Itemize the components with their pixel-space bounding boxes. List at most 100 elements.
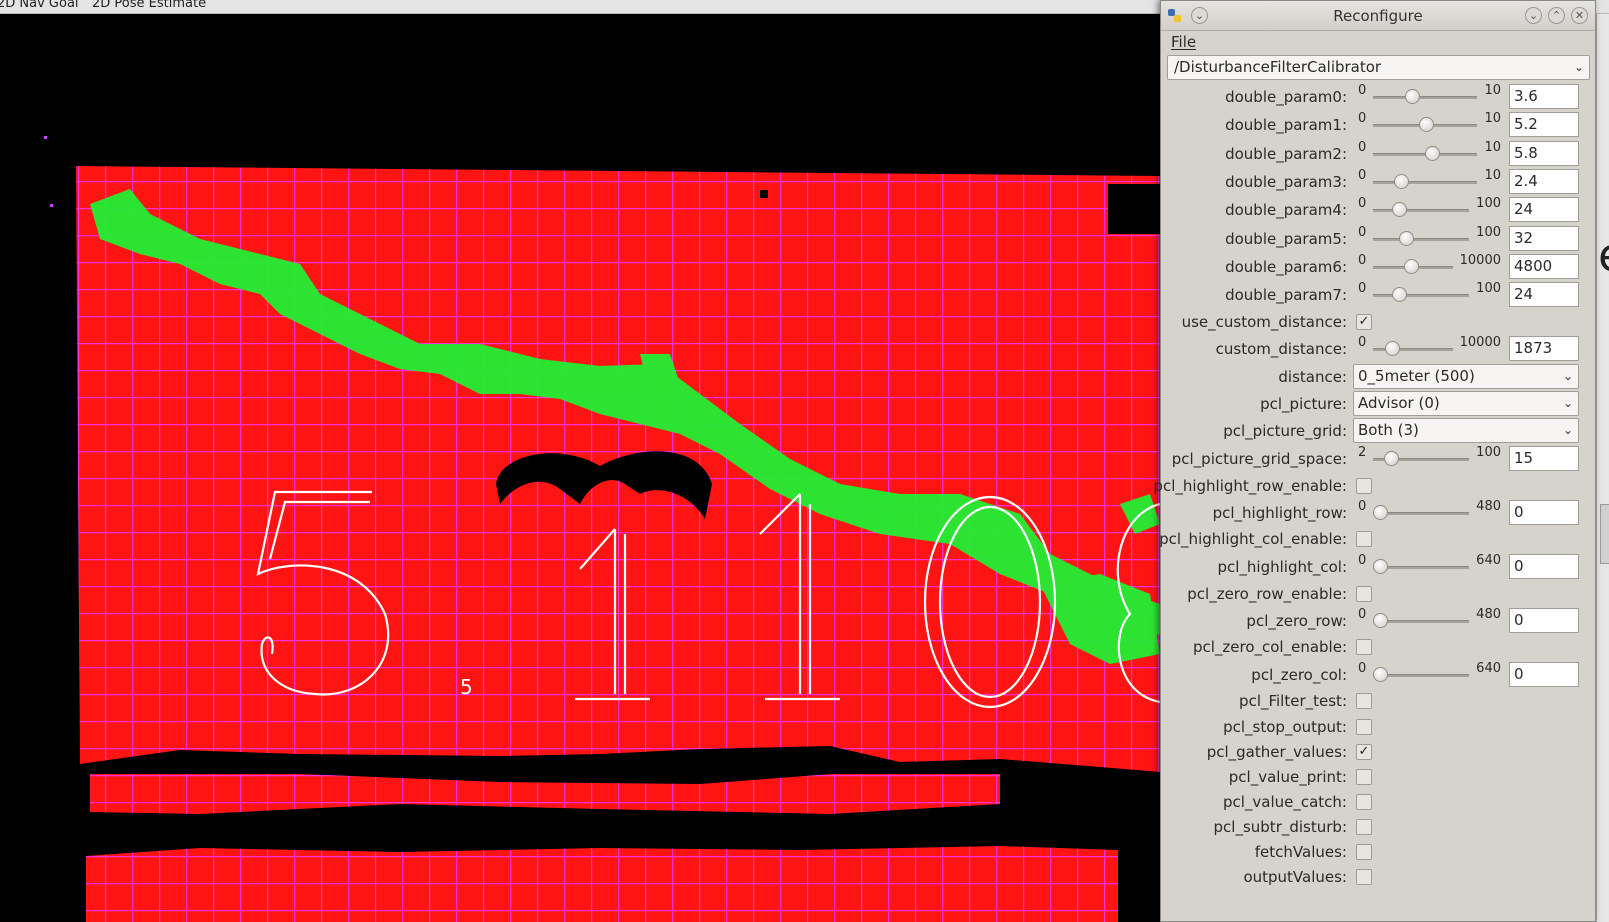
- param-label: double_param0:: [1225, 88, 1347, 106]
- slider-track[interactable]: [1373, 209, 1469, 212]
- nav-goal-tool[interactable]: 2D Nav Goal: [0, 0, 79, 10]
- close-icon[interactable]: ✕: [1571, 7, 1588, 24]
- param-checkbox[interactable]: [1356, 478, 1372, 494]
- slider-track[interactable]: [1373, 181, 1477, 184]
- param-value-input[interactable]: 5.8: [1509, 141, 1579, 166]
- node-select[interactable]: /DisturbanceFilterCalibrator ⌄: [1167, 55, 1590, 80]
- param-label: pcl_zero_row:: [1246, 612, 1347, 630]
- menu-file[interactable]: File: [1171, 33, 1196, 51]
- param-label: outputValues:: [1243, 868, 1347, 886]
- param-row: double_param1: 0 10 5.2: [1161, 111, 1597, 139]
- param-checkbox[interactable]: ✓: [1356, 744, 1372, 760]
- param-label: pcl_zero_col:: [1251, 666, 1347, 684]
- slider-handle[interactable]: [1392, 202, 1408, 217]
- slider-min: 0: [1358, 168, 1367, 183]
- param-row: double_param2: 0 10 5.8: [1161, 140, 1597, 168]
- param-checkbox[interactable]: [1356, 819, 1372, 835]
- param-value-input[interactable]: 0: [1509, 554, 1579, 579]
- slider-max: 640: [1476, 553, 1501, 568]
- chevron-down-icon: ⌄: [1562, 369, 1573, 383]
- param-select[interactable]: Both (3) ⌄: [1353, 418, 1579, 443]
- param-checkbox[interactable]: [1356, 869, 1372, 885]
- checkmark-icon: ✓: [1358, 744, 1370, 759]
- param-checkbox[interactable]: [1356, 586, 1372, 602]
- param-row: double_param3: 0 10 2.4: [1161, 168, 1597, 196]
- param-checkbox[interactable]: [1356, 639, 1372, 655]
- slider-min: 0: [1358, 225, 1367, 240]
- param-label: distance:: [1278, 368, 1347, 386]
- slider-handle[interactable]: [1405, 89, 1421, 104]
- param-value-input[interactable]: 1873: [1509, 336, 1579, 361]
- slider-handle[interactable]: [1419, 117, 1435, 132]
- param-checkbox[interactable]: [1356, 719, 1372, 735]
- param-label: double_param6:: [1225, 258, 1347, 276]
- param-value-input[interactable]: 0: [1509, 662, 1579, 687]
- slider-handle[interactable]: [1424, 146, 1440, 161]
- param-select-value: 0_5meter (500): [1358, 367, 1475, 385]
- maximize-icon[interactable]: ⌃: [1548, 7, 1565, 24]
- slider-max: 10: [1484, 111, 1501, 126]
- param-value-input[interactable]: 0: [1509, 500, 1579, 525]
- param-row: pcl_highlight_col_enable:: [1159, 525, 1597, 553]
- pose-estimate-tool[interactable]: 2D Pose Estimate: [92, 0, 206, 10]
- param-value-input[interactable]: 0: [1509, 608, 1579, 633]
- background-window-edge: [1596, 14, 1609, 922]
- param-value-input[interactable]: 15: [1509, 446, 1579, 471]
- slider-handle[interactable]: [1373, 667, 1388, 682]
- window-titlebar[interactable]: ⌄ Reconfigure ⌄ ⌃ ✕: [1161, 1, 1595, 31]
- slider-track[interactable]: [1373, 294, 1469, 297]
- edge-tab[interactable]: [1600, 504, 1609, 564]
- slider-handle[interactable]: [1394, 174, 1410, 189]
- slider-min: 0: [1358, 111, 1367, 126]
- param-checkbox[interactable]: [1356, 693, 1372, 709]
- overlay-digit-d1: 5: [460, 675, 473, 699]
- param-label: pcl_highlight_col_enable:: [1159, 530, 1347, 548]
- slider-max: 10000: [1459, 253, 1501, 268]
- reconfigure-window: ⌄ Reconfigure ⌄ ⌃ ✕ File /DisturbanceFil…: [1153, 0, 1597, 922]
- param-value-input[interactable]: 2.4: [1509, 169, 1579, 194]
- slider-handle[interactable]: [1383, 451, 1399, 466]
- param-select[interactable]: Advisor (0) ⌄: [1353, 391, 1579, 416]
- checkmark-icon: ✓: [1358, 314, 1370, 329]
- param-checkbox[interactable]: [1356, 769, 1372, 785]
- param-row: outputValues:: [1161, 863, 1597, 891]
- param-row: pcl_highlight_row_enable:: [1153, 472, 1597, 500]
- slider-max: 10: [1484, 140, 1501, 155]
- param-value-input[interactable]: 24: [1509, 197, 1579, 222]
- param-select-value: Both (3): [1358, 421, 1419, 439]
- param-row: pcl_value_catch:: [1161, 788, 1597, 816]
- minimize-icon[interactable]: ⌄: [1525, 7, 1542, 24]
- slider-handle[interactable]: [1404, 259, 1420, 274]
- slider-track[interactable]: [1373, 96, 1477, 99]
- param-label: pcl_Filter_test:: [1239, 692, 1347, 710]
- param-select[interactable]: 0_5meter (500) ⌄: [1353, 364, 1579, 389]
- param-row: pcl_picture: Advisor (0) ⌄: [1161, 390, 1597, 418]
- param-value-input[interactable]: 32: [1509, 226, 1579, 251]
- param-checkbox[interactable]: [1356, 844, 1372, 860]
- slider-handle[interactable]: [1385, 341, 1401, 356]
- param-value-input[interactable]: 24: [1509, 282, 1579, 307]
- param-label: pcl_gather_values:: [1206, 743, 1347, 761]
- slider-min: 0: [1358, 253, 1367, 268]
- param-checkbox[interactable]: [1356, 794, 1372, 810]
- slider-handle[interactable]: [1398, 231, 1414, 246]
- slider-handle[interactable]: [1373, 613, 1388, 628]
- param-value-input[interactable]: 4800: [1509, 254, 1579, 279]
- param-row: double_param7: 0 100 24: [1161, 281, 1597, 309]
- param-label: pcl_highlight_row_enable:: [1153, 477, 1347, 495]
- slider-track[interactable]: [1373, 238, 1469, 241]
- param-row: pcl_highlight_row: 0 480 0: [1161, 499, 1597, 527]
- param-value-input[interactable]: 5.2: [1509, 112, 1579, 137]
- slider-max: 10: [1484, 168, 1501, 183]
- param-checkbox[interactable]: [1356, 531, 1372, 547]
- slider-handle[interactable]: [1373, 505, 1388, 520]
- slider-min: 0: [1358, 661, 1367, 676]
- param-value-input[interactable]: 3.6: [1509, 84, 1579, 109]
- slider-handle[interactable]: [1373, 559, 1388, 574]
- param-checkbox[interactable]: ✓: [1356, 314, 1372, 330]
- param-row: pcl_zero_col_enable:: [1161, 633, 1597, 661]
- node-select-value: /DisturbanceFilterCalibrator: [1174, 58, 1382, 76]
- param-label: fetchValues:: [1254, 843, 1347, 861]
- slider-handle[interactable]: [1392, 287, 1408, 302]
- param-label: pcl_zero_row_enable:: [1187, 585, 1347, 603]
